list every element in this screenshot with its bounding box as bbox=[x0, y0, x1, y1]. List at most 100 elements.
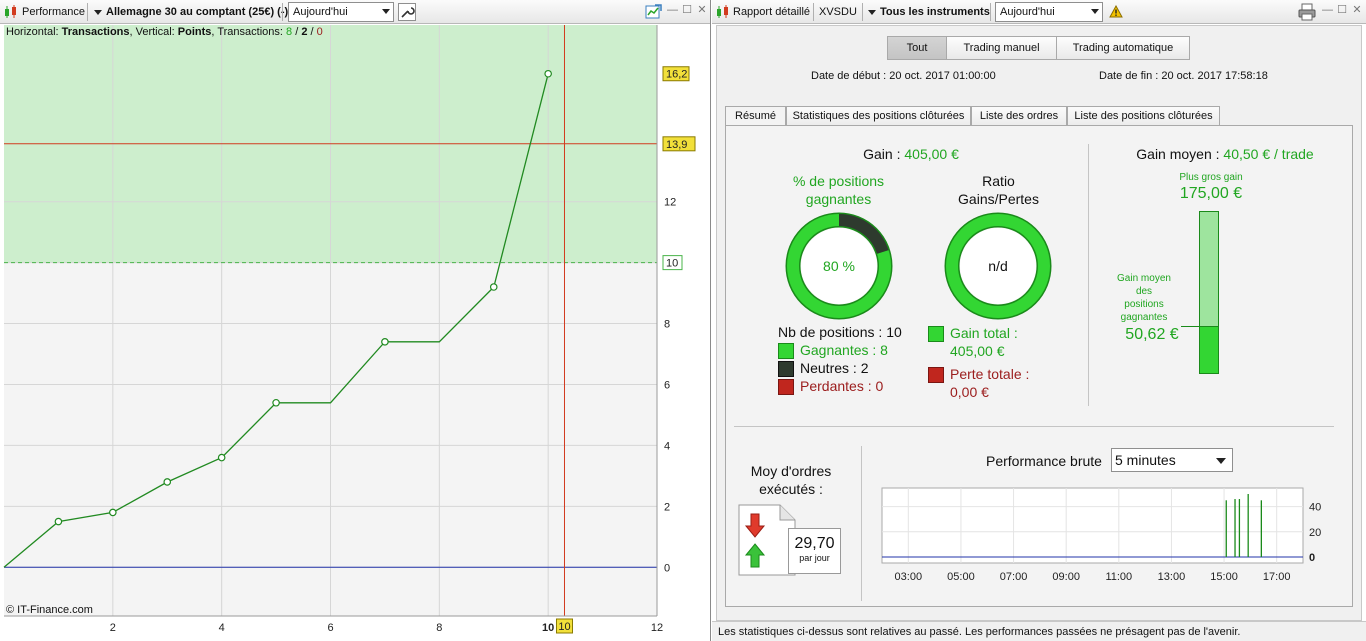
perf-x-tick-label: 15:00 bbox=[1210, 571, 1238, 583]
toolbar-divider bbox=[87, 3, 88, 21]
y-tick-label: 6 bbox=[664, 379, 670, 391]
orders-title-line2: exécutés : bbox=[759, 481, 823, 497]
neutral-text: Neutres : 2 bbox=[800, 360, 869, 376]
tab-closed-positions[interactable]: Liste des positions clôturées bbox=[1067, 106, 1220, 125]
orders-value: 29,70 bbox=[794, 535, 835, 552]
perf-x-tick-label: 03:00 bbox=[895, 571, 923, 583]
instrument-dropdown[interactable]: Allemagne 30 au comptant (25€) (-) bbox=[94, 4, 288, 20]
gain-label: Gain : bbox=[863, 146, 905, 162]
orders-value-box: 29,70 par jour bbox=[788, 528, 841, 574]
neutral-swatch bbox=[778, 361, 794, 378]
minimize-button[interactable]: — bbox=[667, 5, 678, 16]
period-value: Aujourd'hui bbox=[293, 6, 348, 18]
export-button[interactable] bbox=[645, 3, 663, 24]
avg-gain-row: Gain moyen : 40,50 € / trade bbox=[1096, 146, 1354, 162]
y-tick-label: 0 bbox=[664, 562, 670, 574]
end-date-value: 20 oct. 2017 17:58:18 bbox=[1161, 70, 1268, 82]
tab-closed-stats[interactable]: Statistiques des positions clôturées bbox=[786, 106, 971, 125]
reference-line-label: 10 bbox=[662, 255, 683, 271]
close-button[interactable]: ✕ bbox=[1352, 5, 1362, 16]
avg-win-label: Gain moyen des positions gagnantes bbox=[1109, 272, 1179, 324]
data-point bbox=[163, 478, 172, 486]
perf-x-tick-label: 17:00 bbox=[1263, 571, 1291, 583]
horizontal-divider bbox=[734, 426, 1334, 427]
y-tick-label: 8 bbox=[664, 319, 670, 331]
loss-total-value: 0,00 € bbox=[950, 384, 989, 401]
tab-orders[interactable]: Liste des ordres bbox=[971, 106, 1067, 125]
report-toolbar: Rapport détaillé XVSDU Tous les instrume… bbox=[712, 0, 1366, 24]
info-tx-loss: 0 bbox=[316, 26, 323, 38]
y-tick-label: 4 bbox=[664, 440, 670, 452]
minimize-button[interactable]: — bbox=[1322, 5, 1333, 16]
toolbar-divider bbox=[282, 3, 283, 21]
pct-title-line1: % de positions bbox=[792, 173, 885, 189]
orders-title-line1: Moy d'ordres bbox=[750, 463, 832, 479]
segment-all[interactable]: Tout bbox=[887, 36, 947, 60]
chevron-down-icon bbox=[868, 9, 876, 15]
performance-toolbar: Performance Allemagne 30 au comptant (25… bbox=[0, 0, 710, 24]
end-date: Date de fin : 20 oct. 2017 17:58:18 bbox=[1099, 70, 1268, 82]
performance-window: Performance Allemagne 30 au comptant (25… bbox=[0, 0, 711, 641]
maximize-button[interactable]: ☐ bbox=[682, 5, 692, 16]
gain-total-label: Gain total : bbox=[950, 325, 1018, 341]
data-point bbox=[272, 398, 280, 407]
print-button[interactable] bbox=[1298, 3, 1316, 24]
segment-manual[interactable]: Trading manuel bbox=[946, 36, 1057, 60]
close-button[interactable]: ✕ bbox=[697, 5, 707, 16]
candlestick-icon[interactable] bbox=[716, 5, 730, 21]
period-select[interactable]: Aujourd'hui bbox=[995, 2, 1103, 22]
instrument-label: Allemagne 30 au comptant (25€) (-) bbox=[106, 6, 289, 18]
avg-gain-value: 40,50 € / trade bbox=[1223, 146, 1314, 162]
interval-select[interactable]: 5 minutes bbox=[1111, 448, 1233, 472]
chevron-down-icon bbox=[94, 9, 102, 15]
gain-total-swatch bbox=[928, 326, 944, 343]
orders-title: Moy d'ordres exécutés : bbox=[736, 462, 846, 498]
loss-total-label: Perte totale : bbox=[950, 366, 1030, 382]
info-vertical: Points bbox=[177, 26, 212, 38]
loss-total-swatch bbox=[928, 367, 944, 384]
disclaimer-footer: Les statistiques ci-dessus sont relative… bbox=[712, 621, 1366, 641]
label-text: 10 bbox=[666, 258, 678, 270]
maximize-button[interactable]: ☐ bbox=[1337, 5, 1347, 16]
report-label: Rapport détaillé bbox=[733, 6, 811, 18]
vertical-divider bbox=[861, 446, 862, 601]
pct-title-line2: gagnantes bbox=[805, 191, 872, 207]
tab-summary[interactable]: Résumé bbox=[725, 106, 786, 126]
segment-auto[interactable]: Trading automatique bbox=[1056, 36, 1190, 60]
perf-x-tick-label: 09:00 bbox=[1052, 571, 1080, 583]
data-point bbox=[381, 338, 389, 346]
wrench-button[interactable] bbox=[398, 3, 416, 21]
winners-row: Gagnantes : 8 bbox=[778, 342, 888, 360]
toolbar-divider bbox=[990, 3, 991, 21]
neutral-row: Neutres : 2 bbox=[778, 360, 869, 378]
perf-brute-chart: 03:00 05:00 07:00 09:00 11:00 13:00 15:00 17:00… bbox=[881, 487, 1321, 583]
vertical-divider bbox=[1088, 144, 1089, 406]
positions-count: Nb de positions : 10 bbox=[778, 324, 902, 340]
label-text: 10 bbox=[558, 621, 570, 633]
data-point bbox=[489, 283, 498, 291]
gain-total-value: 405,00 € bbox=[950, 343, 1005, 360]
account-label[interactable]: XVSDU bbox=[819, 4, 857, 20]
period-select[interactable]: Aujourd'hui bbox=[288, 2, 394, 22]
copyright: © IT-Finance.com bbox=[6, 604, 93, 616]
avg-gain-label: Gain moyen : bbox=[1136, 146, 1224, 162]
gain-value: 405,00 € bbox=[904, 146, 959, 162]
losers-row: Perdantes : 0 bbox=[778, 378, 883, 396]
data-point bbox=[54, 517, 63, 526]
x-tick-label: 8 bbox=[436, 622, 442, 634]
chevron-down-icon bbox=[1091, 9, 1099, 14]
ratio-title-line1: Ratio bbox=[982, 173, 1015, 189]
info-horizontal: Transactions bbox=[61, 26, 130, 38]
warning-icon[interactable] bbox=[1109, 4, 1123, 21]
orders-unit: par jour bbox=[799, 553, 830, 563]
label-text: 16,2 bbox=[666, 69, 687, 81]
info-mid: , Vertical: bbox=[129, 26, 178, 38]
avg-win-label-line4: gagnantes bbox=[1120, 312, 1168, 323]
candlestick-icon[interactable] bbox=[4, 5, 18, 21]
instruments-dropdown[interactable]: Tous les instruments bbox=[868, 4, 990, 20]
perf-x-tick-label: 07:00 bbox=[1000, 571, 1028, 583]
data-point bbox=[544, 69, 552, 78]
y-axis-ticks: 0 2 4 6 8 10 12 bbox=[664, 197, 676, 575]
performance-label: Performance bbox=[22, 6, 85, 18]
performance-chart[interactable]: 0 2 4 6 8 10 12 2 4 6 8 10 12 13,9 10 16,2 10 bbox=[0, 25, 710, 641]
